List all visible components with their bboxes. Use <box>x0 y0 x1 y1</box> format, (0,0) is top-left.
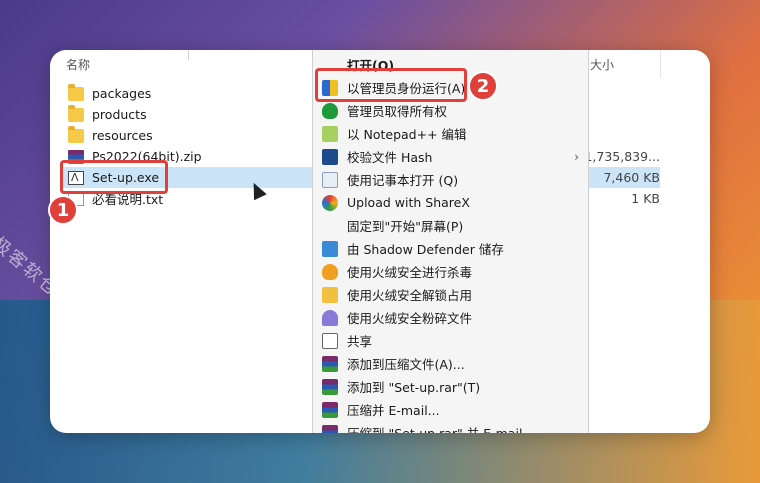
menu-item-add-setup-rar[interactable]: 添加到 "Set-up.rar"(T) <box>313 375 589 398</box>
notepad-icon <box>322 171 338 188</box>
menu-item-label: 以 Notepad++ 编辑 <box>347 127 467 142</box>
winrar-icon <box>322 424 338 433</box>
menu-item-shadow-defender[interactable]: 由 Shadow Defender 储存 <box>313 237 589 260</box>
winrar-icon <box>322 401 338 418</box>
chevron-right-icon: › <box>574 149 579 164</box>
menu-item-label: 使用火绒安全进行杀毒 <box>347 265 473 280</box>
blank-icon <box>322 218 338 234</box>
menu-item-add-archive[interactable]: 添加到压缩文件(A)... <box>313 352 589 375</box>
winrar-icon <box>322 378 338 395</box>
menu-item-label: 使用记事本打开 (Q) <box>347 173 459 188</box>
highlight-box-run-as-admin <box>315 68 467 102</box>
sharex-icon <box>322 194 338 211</box>
explorer-window: 名称 大小 packages products resources Ps2022… <box>50 50 710 433</box>
context-menu: 打开(O) 以管理员身份运行(A) 管理员取得所有权 以 Notepad++ 编… <box>312 50 589 433</box>
menu-item-label: 添加到压缩文件(A)... <box>347 357 465 372</box>
menu-item-label: 添加到 "Set-up.rar"(T) <box>347 380 481 395</box>
menu-item-share[interactable]: 共享 <box>313 329 589 352</box>
menu-item-label: 共享 <box>347 334 373 349</box>
folder-icon <box>68 104 84 122</box>
menu-item-huorong-unlock[interactable]: 使用火绒安全解锁占用 <box>313 283 589 306</box>
file-size: 1 KB <box>631 191 660 206</box>
step-badge-2: 2 <box>468 71 498 101</box>
file-name: products <box>92 107 147 122</box>
menu-item-label: 使用火绒安全粉碎文件 <box>347 311 473 326</box>
folder-icon <box>68 83 84 101</box>
menu-item-label: 由 Shadow Defender 储存 <box>347 242 504 257</box>
folder-icon <box>68 125 84 143</box>
file-size: 1,735,839... <box>584 149 660 164</box>
menu-item-notepad[interactable]: 使用记事本打开 (Q) <box>313 168 589 191</box>
shred-icon <box>322 309 338 326</box>
menu-item-notepadpp[interactable]: 以 Notepad++ 编辑 <box>313 122 589 145</box>
menu-item-compress-rar-email[interactable]: 压缩到 "Set-up.rar" 并 E-mail <box>313 421 589 433</box>
column-header-size[interactable]: 大小 <box>590 56 614 73</box>
winrar-icon <box>322 355 338 372</box>
menu-item-sharex[interactable]: Upload with ShareX <box>313 191 589 214</box>
menu-item-label: 校验文件 Hash <box>347 150 433 165</box>
column-divider <box>188 50 189 60</box>
share-icon <box>322 332 338 349</box>
powershell-icon <box>322 148 338 165</box>
green-shield-icon <box>322 102 338 119</box>
column-header-name[interactable]: 名称 <box>66 56 90 73</box>
menu-item-label: 固定到"开始"屏幕(P) <box>347 219 464 234</box>
column-divider <box>660 50 661 78</box>
menu-item-pin-start[interactable]: 固定到"开始"屏幕(P) <box>313 214 589 237</box>
highlight-box-setup <box>60 160 168 194</box>
file-name: packages <box>92 86 152 101</box>
huorong-icon <box>322 263 338 280</box>
file-name: resources <box>92 128 153 143</box>
menu-item-label: 压缩并 E-mail... <box>347 403 440 418</box>
folder-lock-icon <box>322 286 338 303</box>
notepadpp-icon <box>322 125 338 142</box>
menu-item-huorong-shred[interactable]: 使用火绒安全粉碎文件 <box>313 306 589 329</box>
menu-item-label: 压缩到 "Set-up.rar" 并 E-mail <box>347 423 522 433</box>
menu-item-file-hash[interactable]: 校验文件 Hash › <box>313 145 589 168</box>
step-badge-1: 1 <box>48 195 78 225</box>
menu-item-label: Upload with ShareX <box>347 195 470 210</box>
shadow-defender-icon <box>322 240 338 257</box>
menu-item-take-ownership[interactable]: 管理员取得所有权 <box>313 99 589 122</box>
menu-item-label: 管理员取得所有权 <box>347 104 448 119</box>
menu-item-compress-email[interactable]: 压缩并 E-mail... <box>313 398 589 421</box>
file-size: 7,460 KB <box>603 170 660 185</box>
menu-item-huorong-scan[interactable]: 使用火绒安全进行杀毒 <box>313 260 589 283</box>
menu-item-label: 使用火绒安全解锁占用 <box>347 288 473 303</box>
